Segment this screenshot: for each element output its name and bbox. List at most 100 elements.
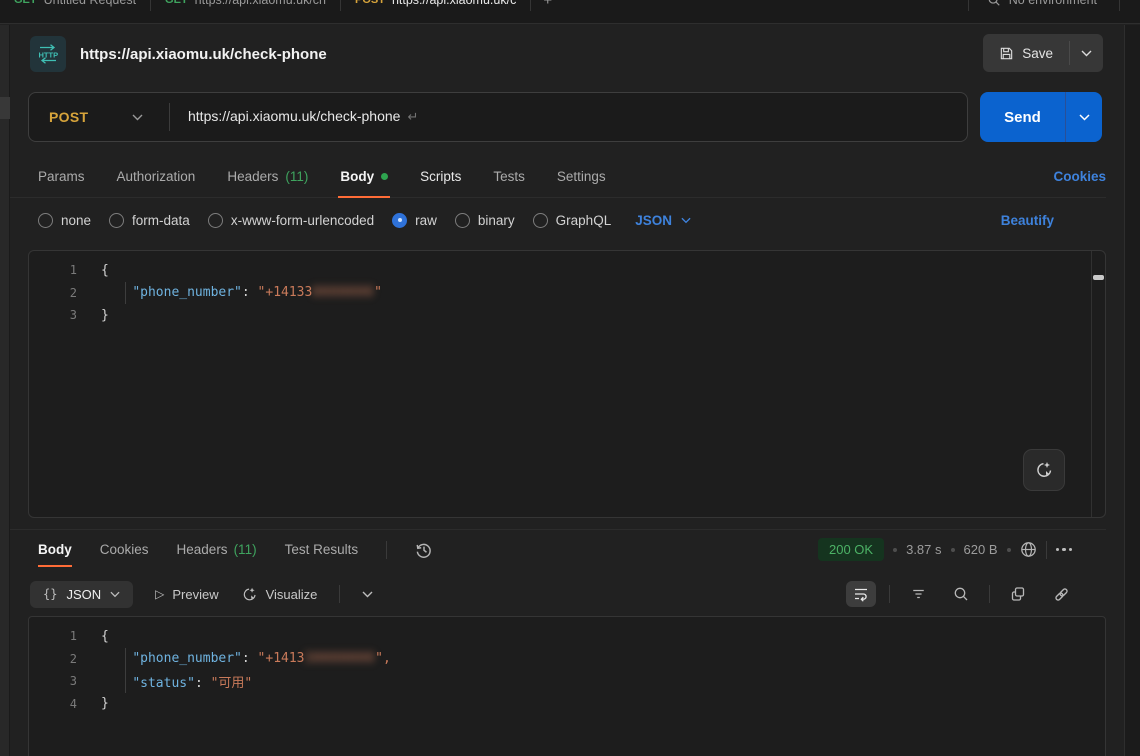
url-input[interactable]: https://api.xiaomu.uk/check-phone↵ — [188, 108, 418, 126]
radio-form-data[interactable]: form-data — [109, 213, 190, 228]
radio-circle — [109, 213, 124, 228]
tab-params[interactable]: Params — [38, 156, 85, 197]
response-body-editor[interactable]: 1 { 2 "phone_number": "+141330000000", 3… — [28, 616, 1106, 756]
method-badge: POST — [355, 0, 385, 6]
tab-body[interactable]: Body — [340, 156, 388, 197]
history-icon[interactable] — [415, 541, 433, 559]
filter-button[interactable] — [903, 581, 933, 607]
response-toolbar: {} JSON ▷ Preview Visualize — [10, 577, 1106, 611]
request-tab-1[interactable]: GET Untitled Request — [0, 0, 150, 20]
environment-selector[interactable]: No environment — [968, 0, 1120, 20]
radio-circle — [533, 213, 548, 228]
indent-guide — [125, 648, 126, 671]
preview-button[interactable]: ▷ Preview — [155, 587, 218, 602]
url-builder: POST https://api.xiaomu.uk/check-phone↵ — [28, 92, 968, 142]
new-tab-button[interactable]: + — [531, 0, 564, 9]
postman-window: GET Untitled Request GET https://api.xia… — [0, 0, 1140, 756]
tab-scripts[interactable]: Scripts — [420, 156, 461, 197]
radio-graphql[interactable]: GraphQL — [533, 213, 612, 228]
braces-icon: {} — [43, 587, 57, 601]
globe-icon[interactable] — [1020, 541, 1037, 558]
line-number: 3 — [29, 308, 101, 322]
response-time[interactable]: 3.87 s — [906, 542, 941, 557]
copy-button[interactable] — [1003, 581, 1033, 607]
dot-separator — [893, 548, 897, 552]
json-status-value: "可用" — [211, 676, 253, 691]
divider — [1046, 541, 1047, 559]
code-line: 4 } — [29, 693, 1105, 716]
tab-label: Untitled Request — [44, 0, 136, 7]
save-options-button[interactable] — [1070, 34, 1103, 72]
divider — [339, 585, 340, 603]
method-badge: GET — [165, 0, 188, 6]
response-format-dropdown[interactable]: {} JSON — [30, 581, 133, 608]
tab-authorization[interactable]: Authorization — [117, 156, 196, 197]
save-button[interactable]: Save — [983, 34, 1069, 72]
code-line: 2 "phone_number": "+141330000000", — [29, 648, 1105, 671]
cookies-link[interactable]: Cookies — [1053, 156, 1106, 197]
right-sidebar-rail — [1124, 25, 1140, 756]
response-tab-cookies[interactable]: Cookies — [100, 530, 149, 569]
tab-settings[interactable]: Settings — [557, 156, 606, 197]
request-tab-2[interactable]: GET https://api.xiaomu.uk/ch — [151, 0, 340, 20]
visualize-sparkle-icon — [241, 586, 258, 603]
response-tab-test-results[interactable]: Test Results — [285, 530, 359, 569]
copy-icon — [1010, 586, 1026, 602]
chevron-down-icon — [1079, 114, 1090, 121]
response-tab-body[interactable]: Body — [38, 530, 72, 569]
svg-text:HTTP: HTTP — [39, 51, 59, 60]
send-button[interactable]: Send — [980, 92, 1065, 142]
radio-binary[interactable]: binary — [455, 213, 515, 228]
dot-separator — [1007, 548, 1011, 552]
search-icon — [953, 586, 969, 602]
method-selected: POST — [49, 109, 88, 125]
divider — [968, 0, 969, 11]
request-tab-3-active[interactable]: POST https://api.xiaomu.uk/c — [341, 0, 530, 20]
line-number: 1 — [29, 263, 101, 277]
radio-x-www-form-urlencoded[interactable]: x-www-form-urlencoded — [208, 213, 374, 228]
left-sidebar-rail — [0, 25, 10, 756]
response-tab-headers[interactable]: Headers (11) — [177, 530, 257, 569]
editor-scrollbar[interactable] — [1091, 251, 1105, 517]
json-key: "phone_number" — [132, 285, 242, 300]
tab-headers[interactable]: Headers (11) — [227, 156, 308, 197]
sidebar-handle[interactable] — [0, 97, 10, 119]
postbot-button[interactable] — [1023, 449, 1065, 491]
request-title: https://api.xiaomu.uk/check-phone — [80, 46, 327, 63]
save-icon — [999, 46, 1014, 61]
response-headers-count: (11) — [234, 542, 257, 557]
status-badge[interactable]: 200 OK — [818, 538, 884, 561]
redacted-phone-digits: 0000000 — [312, 285, 374, 300]
chevron-down-icon[interactable] — [362, 591, 373, 598]
request-body-editor[interactable]: 1 { 2 "phone_number": "+141330000000" 3 … — [28, 250, 1106, 518]
response-size[interactable]: 620 B — [964, 542, 998, 557]
method-dropdown[interactable]: POST — [29, 109, 169, 125]
dot-separator — [951, 548, 955, 552]
beautify-link[interactable]: Beautify — [1001, 213, 1054, 228]
tab-tests[interactable]: Tests — [493, 156, 525, 197]
request-config-tabs: Params Authorization Headers (11) Body S… — [10, 156, 1106, 198]
json-value: "+14133 — [258, 285, 313, 300]
wrap-text-icon — [853, 586, 869, 602]
radio-none[interactable]: none — [38, 213, 91, 228]
method-badge: GET — [14, 0, 37, 6]
more-options-icon[interactable] — [1056, 548, 1073, 552]
scrollbar-thumb[interactable] — [1093, 275, 1104, 280]
filter-icon — [911, 587, 926, 601]
code-line: 1 { — [29, 259, 1105, 282]
body-language-dropdown[interactable]: JSON — [635, 213, 691, 228]
code-line: 3 } — [29, 304, 1105, 327]
enter-hint: ↵ — [407, 109, 418, 124]
search-response-button[interactable] — [946, 581, 976, 607]
wrap-text-button[interactable] — [846, 581, 876, 607]
code-line: 2 "phone_number": "+141330000000" — [29, 282, 1105, 305]
visualize-button[interactable]: Visualize — [241, 586, 318, 603]
indent-guide — [125, 282, 126, 305]
response-tabs: Body Cookies Headers (11) Test Results 2… — [10, 529, 1106, 569]
response-meta: 200 OK 3.87 s 620 B — [818, 530, 1072, 569]
send-options-button[interactable] — [1066, 92, 1102, 142]
radio-raw-selected[interactable]: raw — [392, 213, 437, 228]
body-type-options: none form-data x-www-form-urlencoded raw… — [10, 200, 1106, 240]
link-button[interactable] — [1046, 581, 1076, 607]
environment-label: No environment — [1009, 0, 1097, 7]
